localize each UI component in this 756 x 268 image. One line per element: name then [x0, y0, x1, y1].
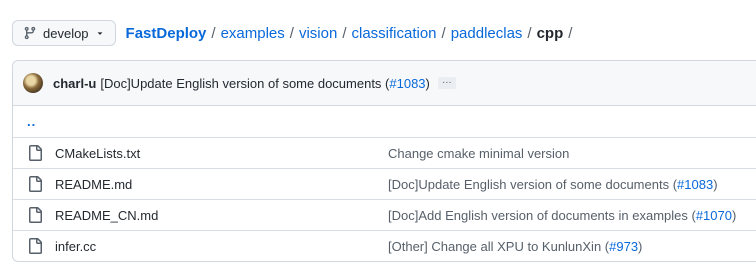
file-commit-suffix: ): [713, 176, 718, 192]
file-name[interactable]: README_CN.md: [55, 208, 388, 223]
breadcrumb-separator: /: [527, 24, 532, 42]
file-name[interactable]: infer.cc: [55, 239, 388, 254]
file-commit-pr-link[interactable]: #1070: [696, 208, 732, 223]
file-commit-pr-link[interactable]: #973: [609, 239, 638, 254]
breadcrumb-separator: /: [568, 24, 573, 42]
file-commit-text: Change cmake minimal version: [388, 145, 570, 161]
breadcrumb-repo-link[interactable]: FastDeploy: [126, 25, 207, 42]
file-commit-text: [Other] Change all XPU to KunlunXin (: [388, 238, 610, 254]
commit-author[interactable]: charl-u: [53, 76, 96, 91]
commit-pr-link[interactable]: #1083: [389, 76, 425, 91]
file-row[interactable]: CMakeLists.txt Change cmake minimal vers…: [13, 137, 756, 168]
file-commit-suffix: ): [731, 207, 737, 223]
breadcrumb-separator: /: [342, 24, 347, 42]
triangle-down-icon: [95, 28, 105, 38]
file-row[interactable]: README.md [Doc]Update English version of…: [13, 168, 756, 199]
breadcrumb-link-vision[interactable]: vision: [299, 25, 337, 42]
branch-label: develop: [43, 25, 89, 41]
file-commit-suffix: ): [638, 238, 643, 254]
file-icon: [27, 145, 43, 161]
parent-directory-link[interactable]: ..: [13, 106, 756, 137]
file-icon: [27, 207, 43, 223]
breadcrumb-link-paddleclas[interactable]: paddleclas: [451, 25, 523, 42]
commit-message[interactable]: [Doc]Update English version of some docu…: [100, 76, 430, 91]
file-name[interactable]: README.md: [55, 177, 388, 192]
breadcrumb-separator: /: [441, 24, 446, 42]
breadcrumb-separator: /: [289, 24, 294, 42]
repo-header: develop FastDeploy / examples / vision /…: [12, 20, 572, 46]
breadcrumb-current: cpp: [536, 24, 564, 42]
git-branch-icon: [23, 26, 37, 40]
avatar[interactable]: [23, 73, 43, 93]
file-row[interactable]: infer.cc [Other] Change all XPU to Kunlu…: [13, 230, 756, 261]
breadcrumb-separator: /: [211, 24, 216, 42]
file-commit-message[interactable]: [Doc]Update English version of some docu…: [388, 177, 718, 192]
breadcrumb-link-examples[interactable]: examples: [221, 25, 285, 42]
file-commit-text: [Doc]Update English version of some docu…: [388, 176, 678, 192]
breadcrumb: FastDeploy / examples / vision / classif…: [126, 25, 573, 42]
file-name[interactable]: CMakeLists.txt: [55, 146, 388, 161]
file-icon: [27, 238, 43, 254]
expand-message-button[interactable]: …: [437, 76, 456, 89]
file-commit-text: [Doc]Add English version of documents in…: [388, 207, 696, 223]
file-commit-message[interactable]: [Doc]Add English version of documents in…: [388, 208, 736, 223]
file-browser: charl-u [Doc]Update English version of s…: [12, 60, 756, 262]
commit-message-text: [Doc]Update English version of some docu…: [100, 75, 390, 91]
file-row[interactable]: README_CN.md [Doc]Add English version of…: [13, 199, 756, 230]
commit-message-suffix: ): [425, 75, 430, 91]
latest-commit-bar: charl-u [Doc]Update English version of s…: [13, 61, 756, 106]
file-commit-message[interactable]: [Other] Change all XPU to KunlunXin (#97…: [388, 239, 642, 254]
breadcrumb-link-classification[interactable]: classification: [351, 25, 436, 42]
file-commit-message[interactable]: Change cmake minimal version: [388, 146, 569, 161]
branch-select-button[interactable]: develop: [12, 20, 116, 46]
file-commit-pr-link[interactable]: #1083: [677, 177, 713, 192]
file-icon: [27, 176, 43, 192]
